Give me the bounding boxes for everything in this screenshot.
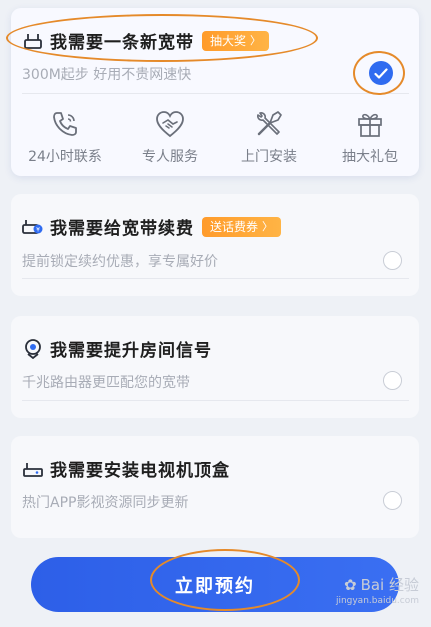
- router-coin-icon: ¥: [22, 216, 44, 238]
- option-title-row: 我需要提升房间信号: [22, 336, 212, 361]
- option-title: 我需要安装电视机顶盒: [50, 461, 230, 481]
- option-subtitle: 热门APP影视资源同步更新: [22, 495, 189, 511]
- option-radio[interactable]: [383, 371, 402, 390]
- option-radio[interactable]: [383, 491, 402, 510]
- feature-gift-pack: 抽大礼包: [325, 108, 415, 166]
- option-title-row: 我需要一条新宽带 抽大奖〉: [22, 28, 270, 53]
- option-title-row: 我需要安装电视机顶盒: [22, 456, 230, 481]
- option-subtitle: 300M起步 好用不贵网速快: [22, 67, 192, 83]
- option-card-room-signal[interactable]: [11, 316, 419, 418]
- option-title: 我需要给宽带续费: [50, 219, 194, 239]
- selected-check-icon[interactable]: [369, 61, 393, 85]
- feature-home-install: 上门安装: [224, 108, 314, 166]
- location-signal-icon: [22, 338, 44, 360]
- handshake-heart-icon: [125, 108, 215, 140]
- baidu-jingyan-watermark: ✿ Bai 经验 jingyan.baidu.com: [336, 574, 419, 607]
- paw-icon: ✿: [344, 575, 357, 594]
- option-badge: 送话费券〉: [202, 216, 282, 237]
- feature-label: 24小时联系: [28, 149, 102, 165]
- option-badge: 抽大奖〉: [202, 30, 270, 51]
- chevron-right-icon: 〉: [262, 219, 274, 233]
- watermark-text: Bai 经验: [360, 576, 419, 594]
- feature-label: 上门安装: [241, 149, 297, 165]
- option-title: 我需要一条新宽带: [50, 33, 194, 53]
- feature-24h-contact: 24小时联系: [20, 108, 110, 166]
- chevron-right-icon: 〉: [250, 33, 262, 47]
- phone-icon: [20, 108, 110, 140]
- divider: [22, 93, 409, 94]
- divider: [22, 400, 409, 401]
- option-title-row: ¥ 我需要给宽带续费 送话费券〉: [22, 214, 282, 239]
- gift-icon: [325, 108, 415, 140]
- feature-label: 专人服务: [142, 149, 198, 165]
- option-radio[interactable]: [383, 251, 402, 270]
- svg-text:¥: ¥: [36, 226, 40, 233]
- divider: [22, 278, 409, 279]
- option-title: 我需要提升房间信号: [50, 341, 212, 361]
- option-card-renew-broadband[interactable]: [11, 194, 419, 296]
- tools-icon: [224, 108, 314, 140]
- feature-personal-service: 专人服务: [125, 108, 215, 166]
- set-top-box-icon: [22, 458, 44, 480]
- router-icon: [22, 30, 44, 52]
- watermark-url: jingyan.baidu.com: [335, 596, 419, 606]
- option-subtitle: 千兆路由器更匹配您的宽带: [22, 375, 190, 391]
- feature-label: 抽大礼包: [342, 149, 398, 165]
- option-subtitle: 提前锁定续约优惠，享专属好价: [22, 254, 218, 270]
- option-card-tv-box[interactable]: [11, 436, 419, 538]
